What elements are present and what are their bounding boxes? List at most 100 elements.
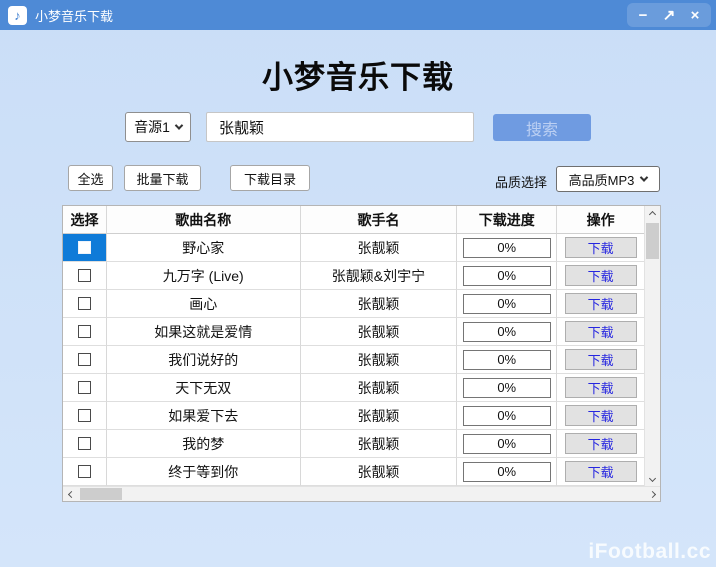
scroll-right-button[interactable]	[644, 487, 660, 501]
song-grid: 选择 歌曲名称 歌手名 下载进度 操作 野心家张靓颖0%下载九万字 (Live)…	[63, 206, 644, 486]
app-icon: ♪	[8, 6, 27, 25]
column-header-progress: 下载进度	[457, 206, 557, 234]
action-cell: 下载	[557, 318, 644, 346]
table-row: 我们说好的张靓颖0% 下载	[63, 346, 644, 374]
chevron-down-icon	[640, 173, 648, 181]
download-button[interactable]: 下载	[565, 293, 637, 314]
song-name: 我的梦	[107, 430, 301, 458]
maximize-button[interactable]: ↗	[656, 5, 682, 25]
row-checkbox[interactable]	[78, 269, 91, 282]
progress-cell: 0%	[457, 318, 557, 346]
scroll-up-button[interactable]	[645, 206, 660, 222]
quality-select[interactable]: 高品质MP3	[556, 166, 660, 192]
search-button[interactable]: 搜索	[493, 114, 591, 141]
column-header-song: 歌曲名称	[107, 206, 301, 234]
download-button[interactable]: 下载	[565, 349, 637, 370]
close-button[interactable]: ×	[682, 5, 708, 25]
select-cell	[63, 234, 107, 262]
download-directory-button[interactable]: 下载目录	[230, 165, 310, 191]
vertical-scrollbar-thumb[interactable]	[646, 223, 659, 259]
progress-box: 0%	[463, 266, 551, 286]
download-button[interactable]: 下载	[565, 433, 637, 454]
song-table: 选择 歌曲名称 歌手名 下载进度 操作 野心家张靓颖0%下载九万字 (Live)…	[62, 205, 661, 502]
table-row: 画心张靓颖0% 下载	[63, 290, 644, 318]
artist-name: 张靓颖	[301, 234, 458, 262]
download-button[interactable]: 下载	[565, 265, 637, 286]
chevron-down-icon	[649, 474, 656, 481]
row-checkbox[interactable]	[78, 409, 91, 422]
horizontal-scrollbar-thumb[interactable]	[80, 488, 122, 500]
minimize-icon: −	[639, 7, 648, 24]
download-button[interactable]: 下载	[565, 461, 637, 482]
column-header-action: 操作	[557, 206, 644, 234]
quality-label: 品质选择	[495, 172, 547, 191]
table-row: 九万字 (Live)张靓颖&刘宇宁0%下载	[63, 262, 644, 290]
row-checkbox[interactable]	[78, 297, 91, 310]
row-checkbox[interactable]	[78, 381, 91, 394]
artist-name: 张靓颖	[301, 458, 458, 486]
song-name: 终于等到你	[107, 458, 301, 486]
window-controls: − ↗ ×	[627, 3, 711, 27]
row-checkbox[interactable]	[78, 241, 91, 254]
source-select-value: 音源1	[134, 117, 170, 137]
batch-download-label: 批量下载	[136, 169, 188, 188]
table-header-row: 选择 歌曲名称 歌手名 下载进度 操作	[63, 206, 644, 234]
artist-name: 张靓颖	[301, 318, 458, 346]
table-row: 终于等到你张靓颖0% 下载	[63, 458, 644, 486]
progress-cell: 0%	[457, 374, 557, 402]
select-cell	[63, 402, 107, 430]
progress-box: 0%	[463, 434, 551, 454]
artist-name: 张靓颖	[301, 430, 458, 458]
chevron-up-icon	[649, 210, 656, 217]
download-button[interactable]: 下载	[565, 405, 637, 426]
song-name: 画心	[107, 290, 301, 318]
download-button[interactable]: 下载	[565, 237, 637, 258]
quality-select-value: 高品质MP3	[569, 170, 635, 189]
artist-name: 张靓颖	[301, 374, 458, 402]
download-button[interactable]: 下载	[565, 321, 637, 342]
download-button[interactable]: 下载	[565, 377, 637, 398]
song-name: 我们说好的	[107, 346, 301, 374]
close-icon: ×	[691, 7, 700, 24]
scroll-left-button[interactable]	[63, 487, 79, 501]
progress-cell: 0%	[457, 262, 557, 290]
progress-cell: 0%	[457, 458, 557, 486]
action-cell: 下载	[557, 234, 644, 262]
column-header-select: 选择	[63, 206, 107, 234]
progress-box: 0%	[463, 350, 551, 370]
action-cell: 下载	[557, 402, 644, 430]
source-select[interactable]: 音源1	[125, 112, 191, 142]
table-row: 如果爱下去张靓颖0%下载	[63, 402, 644, 430]
progress-cell: 0%	[457, 234, 557, 262]
row-checkbox[interactable]	[78, 353, 91, 366]
window-title: 小梦音乐下载	[35, 6, 113, 25]
row-checkbox[interactable]	[78, 465, 91, 478]
progress-box: 0%	[463, 294, 551, 314]
artist-name: 张靓颖	[301, 346, 458, 374]
maximize-icon: ↗	[663, 6, 676, 24]
artist-name: 张靓颖&刘宇宁	[301, 262, 458, 290]
select-cell	[63, 346, 107, 374]
row-checkbox[interactable]	[78, 437, 91, 450]
select-cell	[63, 318, 107, 346]
select-all-label: 全选	[77, 169, 103, 188]
progress-cell: 0%	[457, 430, 557, 458]
progress-box: 0%	[463, 238, 551, 258]
artist-name: 张靓颖	[301, 290, 458, 318]
row-checkbox[interactable]	[78, 325, 91, 338]
chevron-down-icon	[175, 121, 183, 129]
progress-box: 0%	[463, 378, 551, 398]
horizontal-scrollbar[interactable]	[63, 486, 660, 501]
search-input[interactable]	[206, 112, 474, 142]
progress-box: 0%	[463, 462, 551, 482]
artist-name: 张靓颖	[301, 402, 458, 430]
batch-download-button[interactable]: 批量下载	[124, 165, 201, 191]
titlebar: ♪ 小梦音乐下载 − ↗ ×	[0, 0, 716, 30]
action-cell: 下载	[557, 290, 644, 318]
select-all-button[interactable]: 全选	[68, 165, 113, 191]
scroll-down-button[interactable]	[645, 470, 660, 486]
minimize-button[interactable]: −	[630, 5, 656, 25]
column-header-artist: 歌手名	[301, 206, 458, 234]
vertical-scrollbar[interactable]	[644, 206, 660, 486]
table-row: 天下无双张靓颖0%下载	[63, 374, 644, 402]
